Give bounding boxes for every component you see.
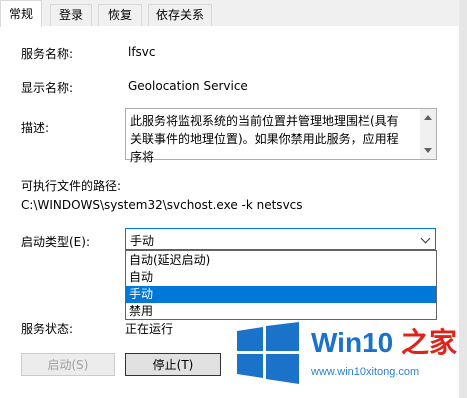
executable-path-value: C:\WINDOWS\system32\svchost.exe -k netsv… — [21, 198, 303, 212]
description-scrollbar[interactable] — [420, 109, 436, 159]
start-button[interactable]: 启动(S) — [21, 353, 115, 376]
startup-option-manual[interactable]: 手动 — [126, 286, 436, 303]
description-text: 此服务将监视系统的当前位置并管理地理围栏(具有关联事件的地理位置)。如果你禁用此… — [130, 114, 399, 164]
startup-option-auto-delayed[interactable]: 自动(延迟启动) — [126, 252, 436, 269]
startup-type-label: 启动类型(E): — [21, 235, 90, 249]
stop-button[interactable]: 停止(T) — [125, 353, 221, 376]
executable-path-label: 可执行文件的路径: — [21, 179, 122, 193]
watermark-url: www.win10xitong.com — [311, 366, 420, 378]
scroll-up-icon[interactable] — [424, 115, 432, 120]
display-name-value: Geolocation Service — [128, 79, 248, 93]
display-name-label: 显示名称: — [21, 81, 74, 95]
watermark-brand-suffix: 之家 — [393, 327, 457, 358]
watermark-title: Win10 之家 — [311, 326, 457, 360]
startup-type-dropdown: 自动(延迟启动) 自动 手动 禁用 — [125, 250, 437, 320]
startup-type-current: 手动 — [130, 234, 155, 248]
service-name-label: 服务名称: — [21, 47, 74, 61]
tab-bar: 常规 登录 恢复 依存关系 — [0, 0, 467, 27]
tab-dependencies[interactable]: 依存关系 — [148, 4, 212, 26]
chevron-down-icon[interactable] — [420, 233, 431, 244]
startup-option-auto[interactable]: 自动 — [126, 269, 436, 286]
tab-logon[interactable]: 登录 — [50, 4, 92, 26]
watermark-logo: Win10 之家 www.win10xitong.com — [237, 318, 467, 398]
tab-recovery[interactable]: 恢复 — [98, 4, 142, 26]
tab-general[interactable]: 常规 — [0, 0, 42, 27]
description-label: 描述: — [21, 121, 50, 135]
startup-type-select[interactable]: 手动 — [125, 228, 436, 250]
service-status-label: 服务状态: — [21, 322, 74, 336]
scroll-down-icon[interactable] — [424, 148, 432, 153]
service-name-value: lfsvc — [128, 45, 156, 59]
windows-logo-icon — [237, 322, 299, 384]
watermark-brand-prefix: Win10 — [311, 327, 394, 358]
description-textbox[interactable]: 此服务将监视系统的当前位置并管理地理围栏(具有关联事件的地理位置)。如果你禁用此… — [125, 108, 437, 164]
service-status-value: 正在运行 — [125, 322, 174, 336]
